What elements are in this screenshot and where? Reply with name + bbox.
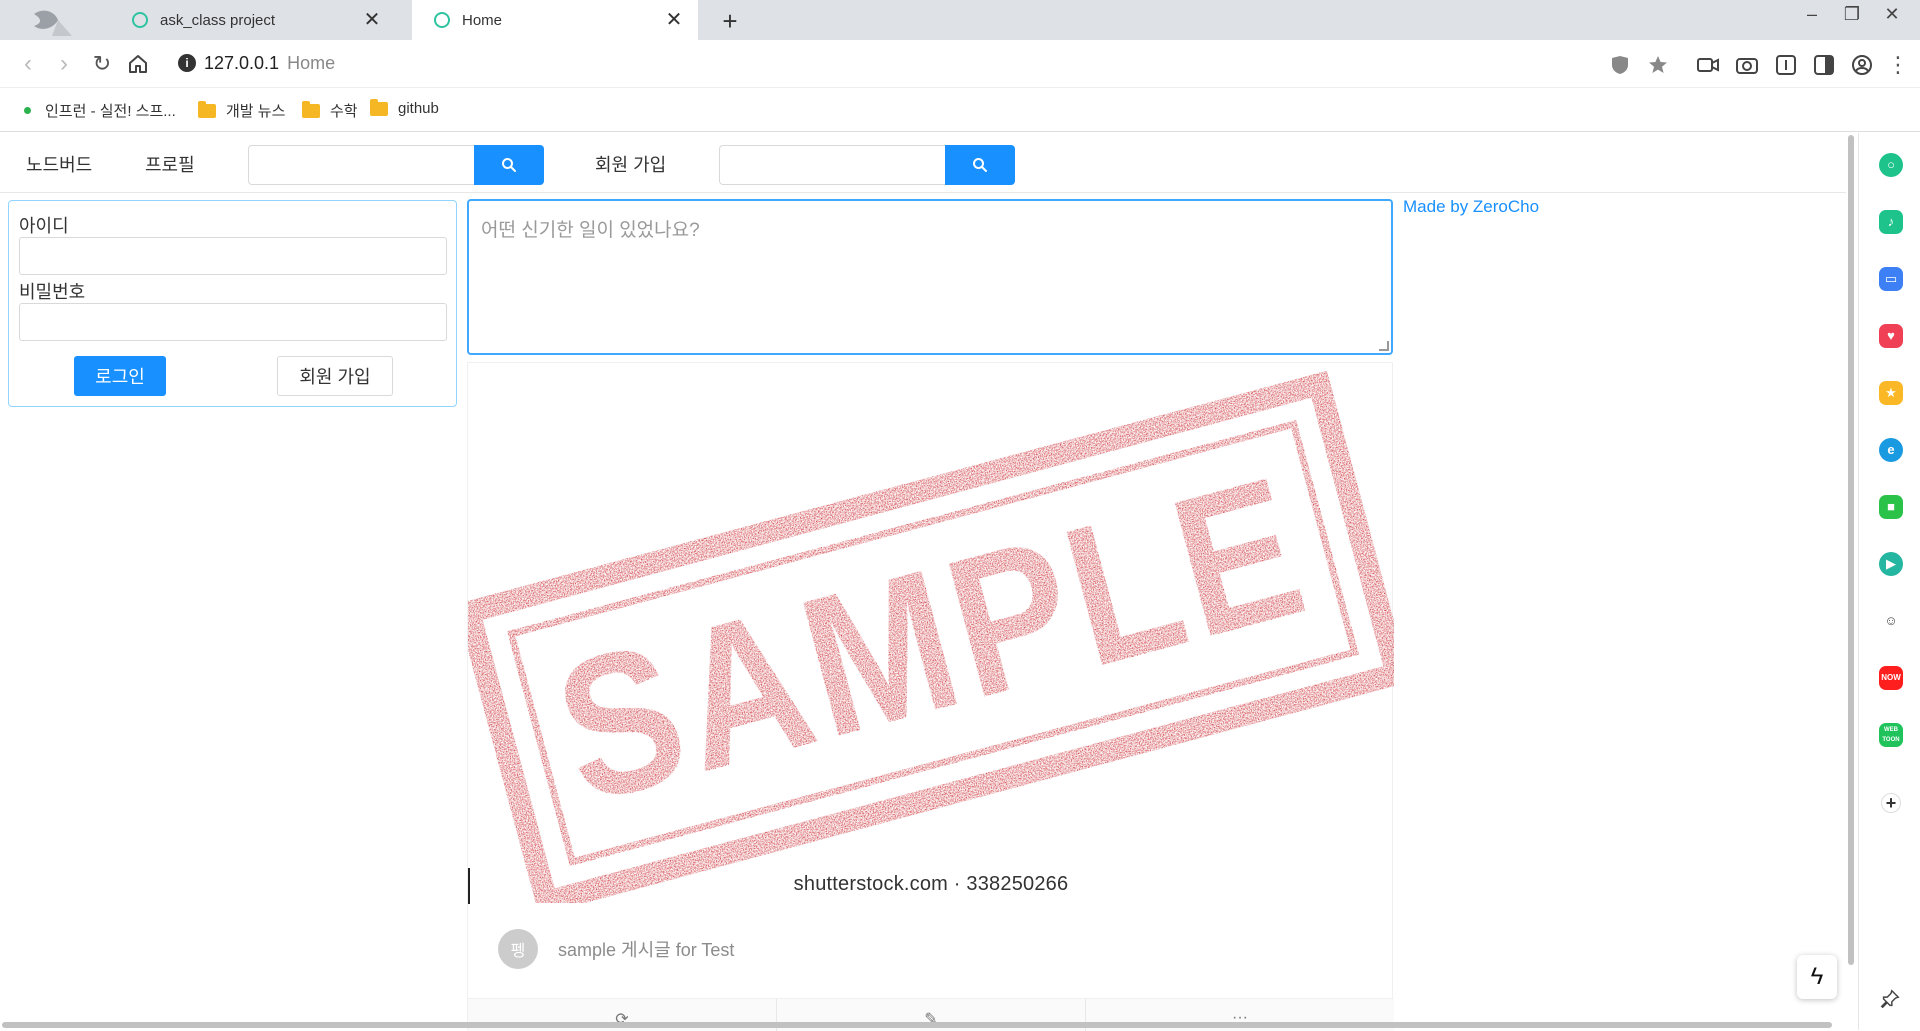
play-app-icon[interactable]: ▶ [1879, 552, 1903, 576]
post-content: sample 게시글 for Test [558, 940, 735, 960]
reader-icon[interactable] [1774, 53, 1798, 77]
sidebar-toggle-icon[interactable] [1812, 53, 1836, 77]
search-button[interactable] [474, 145, 544, 185]
shield-icon[interactable] [1608, 53, 1632, 77]
tab-close-icon[interactable]: ✕ [664, 10, 684, 30]
bookmark-folder[interactable]: github [370, 98, 439, 117]
author-credit-link[interactable]: Made by ZeroCho [1403, 197, 1539, 217]
webtoon-app-icon[interactable]: WEB TOON [1879, 723, 1903, 747]
back-icon[interactable]: ‹ [14, 50, 42, 78]
new-tab-button[interactable]: + [716, 6, 744, 37]
ring-app-icon[interactable]: ○ [1879, 153, 1903, 177]
lightning-icon[interactable]: ϟ [1797, 955, 1837, 999]
minimize-button[interactable]: – [1800, 4, 1824, 25]
more-menu-icon[interactable]: ⋮ [1886, 53, 1910, 77]
bookmark-folder[interactable]: 수학 [302, 100, 358, 121]
sample-stamp-image: SAMPLE [468, 370, 1394, 903]
browser-tab-bar: ask_class project ✕ Home ✕ + – ❐ ✕ [0, 0, 1920, 40]
close-window-button[interactable]: ✕ [1880, 4, 1904, 25]
post-image[interactable]: SAMPLE [468, 363, 1394, 903]
search-input[interactable] [248, 145, 474, 185]
horizontal-scrollbar[interactable] [0, 1020, 1840, 1030]
bookmark-label: 인프런 - 실전! 스프... [45, 103, 176, 120]
search-icon [973, 158, 987, 172]
image-caption: shutterstock.com · 338250266 [793, 873, 1069, 895]
search-bar-1 [248, 145, 544, 185]
folder-icon [198, 100, 216, 118]
site-dot-icon [24, 107, 31, 114]
profile-icon[interactable] [1850, 53, 1874, 77]
bell-app-icon[interactable]: ♪ [1879, 210, 1903, 234]
tab-title: Home [462, 11, 503, 29]
tab-ask-class-project[interactable]: ask_class project ✕ [110, 0, 396, 40]
now-app-icon[interactable]: NOW [1879, 666, 1903, 690]
post-card: SAMPLE shutterstock.com · 338250266 펭 sa… [467, 362, 1394, 1031]
id-input[interactable] [19, 237, 447, 275]
tab-home[interactable]: Home ✕ [412, 0, 698, 40]
reload-icon[interactable]: ↻ [88, 50, 116, 78]
scrollbar-thumb[interactable] [1848, 135, 1854, 965]
tab-favicon-icon [132, 12, 148, 28]
menu-item-home[interactable]: 노드버드 [26, 151, 92, 177]
search-icon [502, 158, 516, 172]
signup-button[interactable]: 회원 가입 [277, 356, 393, 396]
pin-icon[interactable] [1879, 988, 1901, 1010]
login-button[interactable]: 로그인 [74, 356, 166, 396]
edge-app-icon[interactable]: e [1879, 438, 1903, 462]
pocket-app-icon[interactable]: ♥ [1879, 324, 1903, 348]
tab-favicon-icon [434, 12, 450, 28]
avatar[interactable]: 펭 [498, 929, 538, 969]
side-panel: ○ ♪ ▭ ♥ ★ e ■ ▶ ☺ NOW WEB TOON + [1858, 133, 1920, 1030]
bookmarks-bar: 인프런 - 실전! 스프... 개발 뉴스 수학 github [0, 88, 1920, 132]
forward-icon[interactable]: › [50, 50, 78, 78]
url-field[interactable]: 127.0.0.1 Home [204, 53, 335, 74]
briefcase-app-icon[interactable]: ▭ [1879, 267, 1903, 291]
post-textarea-placeholder: 어떤 신기한 일이 있었나요? [481, 220, 700, 241]
top-menu: 노드버드 프로필 회원 가입 [0, 133, 1846, 193]
menu-item-signup[interactable]: 회원 가입 [595, 151, 666, 177]
notes-app-icon[interactable]: ■ [1879, 495, 1903, 519]
browser-logo-icon [34, 10, 72, 36]
vertical-scrollbar[interactable] [1846, 133, 1856, 965]
password-label: 비밀번호 [19, 282, 86, 302]
post-meta: 펭 sample 게시글 for Test [498, 929, 734, 969]
folder-icon [370, 98, 388, 116]
video-record-icon[interactable] [1696, 53, 1720, 77]
bookmark-star-icon[interactable] [1646, 53, 1670, 77]
site-info-icon[interactable]: i [178, 54, 196, 72]
login-form: 아이디 비밀번호 로그인 회원 가입 [8, 200, 457, 407]
resize-handle-icon[interactable] [1379, 341, 1389, 351]
search-input[interactable] [719, 145, 945, 185]
add-app-icon[interactable]: + [1881, 793, 1901, 813]
tab-title: ask_class project [160, 11, 276, 29]
url-page-title: Home [287, 53, 336, 73]
restore-button[interactable]: ❐ [1840, 4, 1864, 25]
menu-item-profile[interactable]: 프로필 [145, 151, 195, 177]
bookmark-item[interactable]: 인프런 - 실전! 스프... [24, 100, 176, 121]
camera-icon[interactable] [1735, 53, 1759, 77]
search-button[interactable] [945, 145, 1015, 185]
bookmark-label: 개발 뉴스 [226, 103, 286, 120]
password-input[interactable] [19, 303, 447, 341]
post-textarea[interactable]: 어떤 신기한 일이 있었나요? [467, 199, 1393, 355]
url-host: 127.0.0.1 [204, 53, 280, 73]
folder-icon [302, 100, 320, 118]
tab-close-icon[interactable]: ✕ [362, 10, 382, 30]
bookmark-label: github [398, 100, 439, 117]
bookmark-label: 수학 [330, 103, 358, 120]
id-label: 아이디 [19, 216, 69, 236]
bookmark-folder[interactable]: 개발 뉴스 [198, 100, 285, 121]
star-app-icon[interactable]: ★ [1879, 381, 1903, 405]
scrollbar-thumb[interactable] [2, 1022, 1832, 1028]
search-bar-2 [719, 145, 1015, 185]
cartoon-app-icon[interactable]: ☺ [1879, 609, 1903, 633]
address-bar: ‹ › ↻ i 127.0.0.1 Home ⋮ [0, 40, 1920, 88]
home-icon[interactable] [126, 52, 150, 76]
